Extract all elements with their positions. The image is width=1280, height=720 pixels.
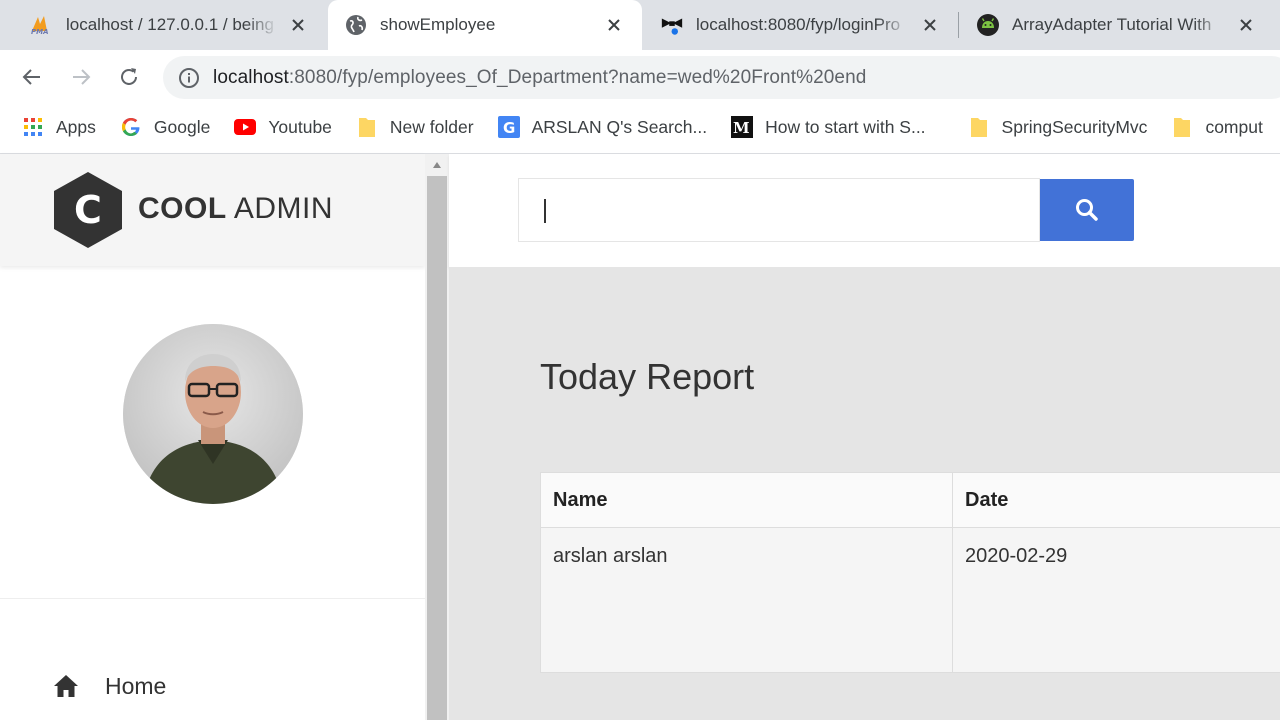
scroll-thumb[interactable]: [427, 176, 447, 720]
bookmark-google[interactable]: Google: [108, 111, 222, 143]
logo-text[interactable]: COOL ADMIN: [138, 192, 333, 226]
tab-strip: PMA localhost / 127.0.0.1 / being showEm…: [0, 0, 1280, 50]
table-cell-date: 2020-02-29: [965, 544, 1068, 567]
youtube-icon: [234, 116, 257, 138]
search-icon: [1076, 199, 1098, 221]
report-table: Name Date arslan arslan 2020-02-29: [540, 472, 1280, 673]
sidebar: C COOL ADMIN Home: [0, 154, 425, 720]
tab-title: localhost:8080/fyp/loginPro: [696, 15, 901, 34]
bookmark-youtube[interactable]: Youtube: [222, 111, 344, 143]
tab-show-employee[interactable]: showEmployee: [328, 0, 642, 50]
reload-button[interactable]: [111, 59, 147, 95]
sidebar-item-label: Home: [105, 672, 167, 699]
logo-word-bold: COOL: [138, 192, 227, 225]
bowtie-icon: [660, 13, 684, 37]
back-arrow-icon: [22, 69, 40, 85]
url-path: :8080/fyp/employees_Of_Department?name=w…: [288, 66, 867, 88]
bookmark-label: ARSLAN Q's Search...: [531, 116, 708, 137]
logo-hexagon-icon[interactable]: C: [53, 171, 123, 249]
sidebar-item-home[interactable]: Home: [52, 672, 166, 700]
column-header-name[interactable]: Name: [541, 473, 952, 528]
url-host: localhost: [213, 66, 289, 88]
globe-icon: [344, 13, 368, 37]
tab-arrayadapter[interactable]: ArrayAdapter Tutorial With: [960, 0, 1274, 50]
bookmark-label: How to start with S...: [765, 116, 926, 137]
bookmark-comput[interactable]: comput: [1159, 111, 1274, 143]
tab-title: localhost / 127.0.0.1 / being: [66, 15, 274, 34]
home-icon: [52, 672, 80, 700]
close-icon[interactable]: [602, 13, 626, 37]
google-icon: [120, 116, 142, 138]
close-icon[interactable]: [286, 13, 310, 37]
logo-area: C COOL ADMIN: [0, 154, 425, 266]
bookmark-springsecuritymvc[interactable]: SpringSecurityMvc: [938, 111, 1160, 143]
svg-text:G: G: [503, 119, 515, 137]
bookmark-arslan-search[interactable]: G ARSLAN Q's Search...: [486, 111, 720, 143]
bookmark-label: Apps: [56, 116, 96, 137]
sidebar-divider: [0, 598, 425, 599]
page-header: [449, 154, 1280, 267]
address-bar[interactable]: localhost:8080/fyp/employees_Of_Departme…: [163, 56, 1280, 99]
folder-icon: [1171, 116, 1193, 138]
apps-grid-icon: [22, 116, 44, 138]
forward-arrow-icon: [73, 69, 91, 85]
bookmark-label: SpringSecurityMvc: [1001, 116, 1148, 137]
logo-letter: C: [74, 188, 102, 232]
browser-toolbar: localhost:8080/fyp/employees_Of_Departme…: [0, 50, 1280, 105]
tab-login-process[interactable]: localhost:8080/fyp/loginPro: [644, 0, 958, 50]
text-caret: [544, 199, 546, 223]
bookmark-label: comput: [1205, 116, 1263, 137]
logo-word-light: ADMIN: [233, 192, 334, 225]
url-text[interactable]: localhost:8080/fyp/employees_Of_Departme…: [213, 67, 866, 89]
scroll-up-arrow-icon[interactable]: [425, 154, 449, 176]
tab-phpmyadmin[interactable]: PMA localhost / 127.0.0.1 / being: [14, 0, 326, 50]
medium-icon: M: [731, 116, 754, 138]
bookmark-apps[interactable]: Apps: [0, 111, 108, 143]
tab-separator: [958, 12, 959, 38]
forward-button[interactable]: [63, 59, 99, 95]
close-icon[interactable]: [1234, 13, 1258, 37]
folder-icon: [356, 116, 378, 138]
page-title: Today Report: [540, 356, 755, 397]
search-input[interactable]: [518, 178, 1040, 242]
phpmyadmin-icon: PMA: [30, 13, 54, 37]
bookmarks-bar: Apps Google Youtube New folder G ARSLAN …: [0, 105, 1280, 149]
column-header-date[interactable]: Date: [953, 473, 1280, 528]
avatar[interactable]: [123, 324, 303, 504]
android-icon: [976, 13, 1000, 37]
tab-title: showEmployee: [380, 15, 496, 34]
search-button[interactable]: [1040, 179, 1134, 241]
back-button[interactable]: [14, 59, 50, 95]
bookmark-new-folder[interactable]: New folder: [344, 111, 486, 143]
g-bookmark-icon: G: [497, 116, 520, 138]
bookmark-label: New folder: [389, 116, 474, 137]
sidebar-scrollbar[interactable]: [425, 154, 449, 720]
main-content: Today Report Name Date arslan arslan 202…: [449, 267, 1280, 720]
bookmark-how-to-start[interactable]: M How to start with S...: [719, 111, 937, 143]
table-header: Name Date: [541, 473, 1280, 528]
close-icon[interactable]: [918, 13, 942, 37]
reload-icon: [121, 68, 137, 85]
bookmark-label: Youtube: [268, 116, 332, 137]
svg-text:M: M: [733, 119, 750, 137]
tab-title: ArrayAdapter Tutorial With: [1012, 15, 1212, 34]
table-cell-name: arslan arslan: [553, 544, 668, 567]
folder-icon: [968, 116, 990, 138]
bookmark-label: Google: [153, 116, 211, 137]
info-icon[interactable]: [177, 66, 201, 90]
svg-text:PMA: PMA: [31, 28, 49, 35]
